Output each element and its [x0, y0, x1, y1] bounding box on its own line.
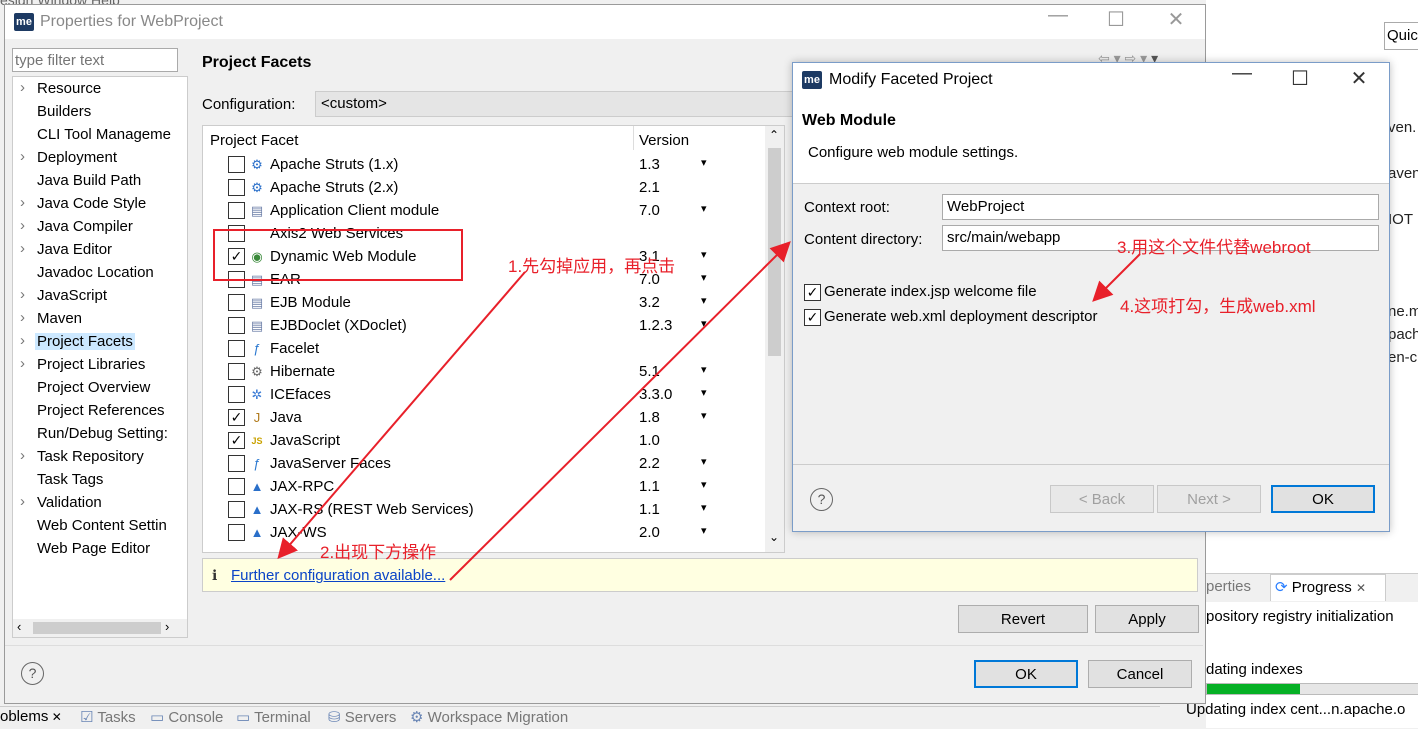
arrow-to-content-directory [449, 241, 791, 581]
arrow-to-descriptor-checkbox [1092, 253, 1141, 302]
annotation-arrows [277, 241, 1141, 581]
arrow-to-further-config [277, 271, 526, 560]
